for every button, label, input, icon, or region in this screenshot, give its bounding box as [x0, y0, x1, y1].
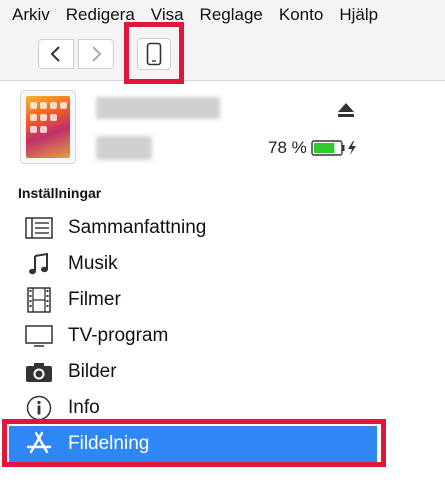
sidebar-item-label: Filmer	[68, 289, 121, 310]
menu-reglage[interactable]: Reglage	[190, 0, 269, 30]
menu-bar: Arkiv Redigera Visa Reglage Konto Hjälp	[0, 0, 445, 30]
fildelning-annotation	[2, 419, 386, 467]
eject-icon[interactable]	[336, 100, 356, 120]
forward-button[interactable]	[78, 39, 114, 69]
tv-icon	[24, 323, 54, 349]
battery-charging-icon	[311, 140, 356, 156]
chevron-right-icon	[92, 46, 102, 62]
sidebar-item-tv-program[interactable]: TV-program	[0, 318, 445, 354]
device-info-redacted	[96, 136, 152, 160]
sidebar-item-musik[interactable]: Musik	[0, 246, 445, 282]
chevron-left-icon	[50, 46, 60, 62]
menu-konto[interactable]: Konto	[269, 0, 329, 30]
settings-section-title: Inställningar	[18, 185, 102, 201]
sidebar-item-label: TV-program	[68, 325, 169, 346]
device-name-redacted	[96, 97, 220, 119]
back-button[interactable]	[38, 39, 74, 69]
info-icon	[24, 395, 54, 421]
toolbar	[0, 30, 445, 81]
device-button-annotation	[124, 22, 184, 84]
battery-percentage: 78 %	[268, 138, 307, 157]
sidebar-item-filmer[interactable]: Filmer	[0, 282, 445, 318]
film-icon	[24, 287, 54, 313]
sidebar-item-label: Musik	[68, 253, 118, 274]
music-note-icon	[24, 251, 54, 277]
summary-list-icon	[24, 215, 54, 241]
sidebar-item-sammanfattning[interactable]: Sammanfattning	[0, 210, 445, 246]
sidebar-item-label: Bilder	[68, 361, 117, 382]
menu-arkiv[interactable]: Arkiv	[0, 0, 56, 30]
menu-hjalp[interactable]: Hjälp	[329, 0, 384, 30]
camera-icon	[24, 359, 54, 385]
device-screen-image	[26, 96, 70, 158]
sidebar-item-label: Sammanfattning	[68, 217, 207, 238]
sidebar-item-label: Info	[68, 397, 100, 418]
device-thumbnail	[20, 90, 76, 164]
sidebar-item-bilder[interactable]: Bilder	[0, 354, 445, 390]
